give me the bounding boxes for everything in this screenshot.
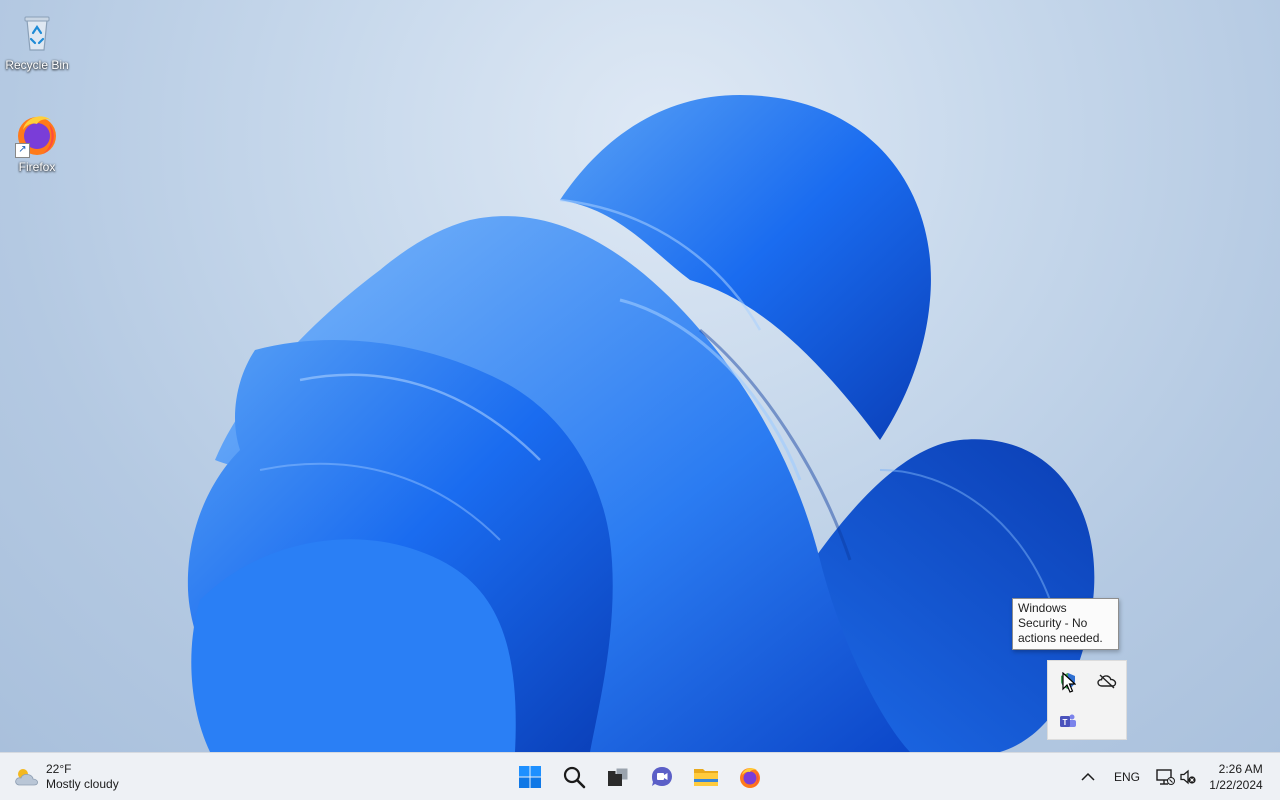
firefox-icon: ↗: [13, 110, 61, 158]
task-view-icon: [608, 767, 629, 786]
firefox-shortcut[interactable]: ↗ Firefox: [0, 110, 74, 174]
recycle-bin-shortcut[interactable]: Recycle Bin: [0, 8, 74, 72]
language-label: ENG: [1113, 770, 1140, 784]
shortcut-arrow-icon: ↗: [15, 143, 30, 158]
taskbar: 22°F Mostly cloudy ENG 2:26 AM 1/22/2024: [0, 752, 1280, 800]
file-explorer-button[interactable]: [684, 755, 728, 799]
recycle-bin-icon: [13, 8, 61, 56]
chevron-up-icon: [1081, 772, 1095, 781]
show-hidden-icons-button[interactable]: [1074, 753, 1102, 801]
network-disconnected-icon: [1156, 769, 1175, 785]
firefox-label: Firefox: [18, 160, 56, 174]
start-button[interactable]: [508, 755, 552, 799]
clock-time: 2:26 AM: [1218, 762, 1263, 776]
teams-chat-icon: [652, 767, 672, 786]
windows-security-icon[interactable]: [1052, 665, 1084, 697]
cloudy-weather-icon: [15, 769, 38, 786]
windows-security-tooltip: Windows Security - No actions needed.: [1012, 598, 1119, 650]
desktop: Recycle Bin ↗ Firefox Windows Security -…: [0, 0, 1280, 752]
weather-widget[interactable]: 22°F Mostly cloudy: [12, 759, 119, 795]
tray-overflow-flyout: T: [1047, 660, 1127, 740]
search-button[interactable]: [552, 755, 596, 799]
task-view-button[interactable]: [596, 755, 640, 799]
recycle-bin-label: Recycle Bin: [5, 58, 69, 72]
windows-start-icon: [519, 766, 541, 788]
svg-text:T: T: [1063, 718, 1068, 727]
volume-muted-icon: [1180, 769, 1196, 785]
file-explorer-icon: [694, 769, 718, 786]
weather-condition: Mostly cloudy: [46, 777, 119, 791]
clock-button[interactable]: 2:26 AM 1/22/2024: [1202, 753, 1270, 801]
firefox-icon: [740, 768, 760, 788]
weather-temp: 22°F: [46, 762, 72, 776]
onedrive-offline-icon[interactable]: [1091, 665, 1123, 697]
teams-icon[interactable]: T: [1052, 705, 1084, 737]
tooltip-text: Windows Security - No actions needed.: [1018, 601, 1103, 645]
chat-button[interactable]: [640, 755, 684, 799]
firefox-taskbar-button[interactable]: [728, 755, 772, 799]
search-icon: [563, 766, 586, 789]
clock-date: 1/22/2024: [1209, 778, 1263, 792]
language-indicator[interactable]: ENG: [1106, 753, 1148, 801]
taskbar-pinned-apps: [508, 755, 772, 799]
network-volume-button[interactable]: [1150, 753, 1202, 801]
